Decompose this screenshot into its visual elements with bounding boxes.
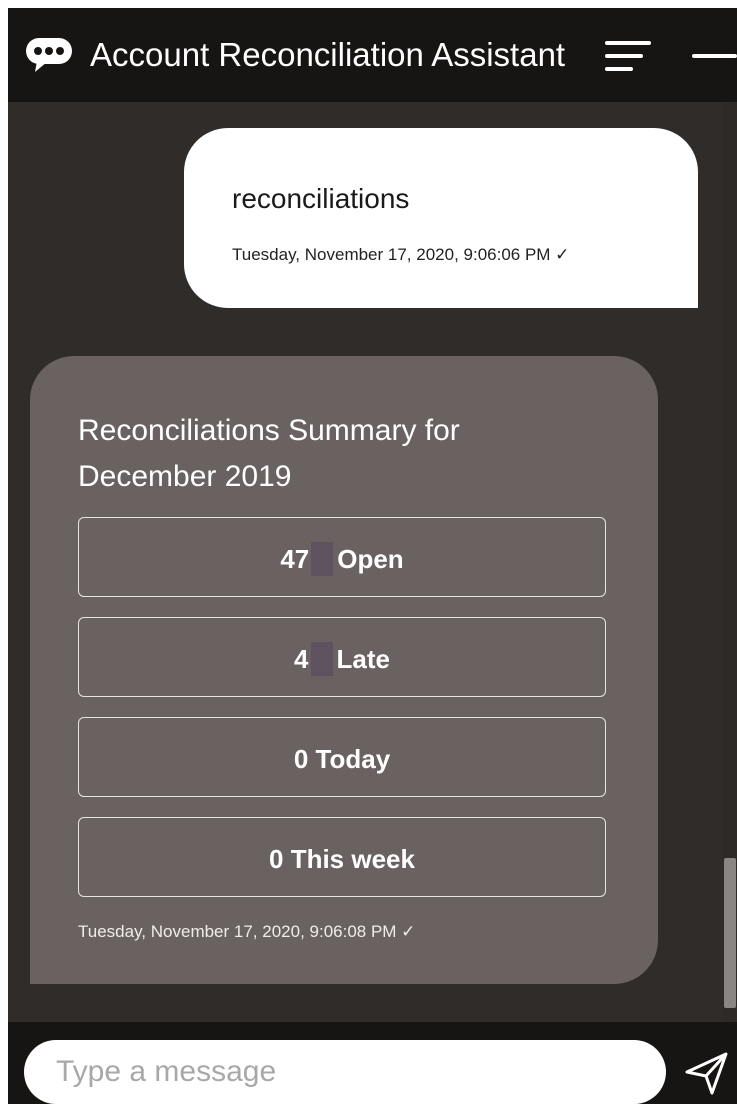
user-message-timestamp: Tuesday, November 17, 2020, 9:06:06 PM ✓ (232, 245, 570, 264)
send-icon (685, 1052, 728, 1095)
minimize-icon (692, 54, 737, 58)
chat-header: Account Reconciliation Assistant (8, 8, 737, 102)
due-today-button[interactable]: 0 Today (78, 717, 606, 797)
minimize-button[interactable] (692, 36, 737, 76)
late-reconciliations-button[interactable]: 4 Late (78, 617, 606, 697)
chat-bubble-icon (26, 38, 72, 72)
bot-message-bubble: Reconciliations Summary for December 201… (30, 356, 658, 984)
scrollbar-thumb[interactable] (724, 858, 736, 1008)
user-message-bubble: reconciliations Tuesday, November 17, 20… (184, 128, 698, 308)
menu-button[interactable] (605, 41, 651, 71)
user-message-text: reconciliations (232, 183, 410, 214)
hamburger-menu-icon (605, 41, 651, 45)
open-label: Open (337, 544, 404, 574)
message-input[interactable] (24, 1040, 666, 1104)
chat-widget: Account Reconciliation Assistant reconci… (8, 8, 737, 1104)
late-label: Late (336, 644, 390, 674)
open-count: 47 (280, 544, 310, 574)
message-composer (8, 1022, 737, 1104)
chat-title: Account Reconciliation Assistant (90, 36, 566, 73)
bot-message-title: Reconciliations Summary for December 201… (78, 414, 460, 493)
send-button[interactable] (684, 1050, 730, 1096)
due-this-week-button[interactable]: 0 This week (78, 817, 606, 897)
conversation-pane[interactable]: reconciliations Tuesday, November 17, 20… (8, 102, 737, 1022)
bot-message-timestamp: Tuesday, November 17, 2020, 9:06:08 PM ✓ (78, 922, 416, 941)
open-reconciliations-button[interactable]: 47 Open (78, 517, 606, 597)
late-count: 4 (294, 644, 309, 674)
